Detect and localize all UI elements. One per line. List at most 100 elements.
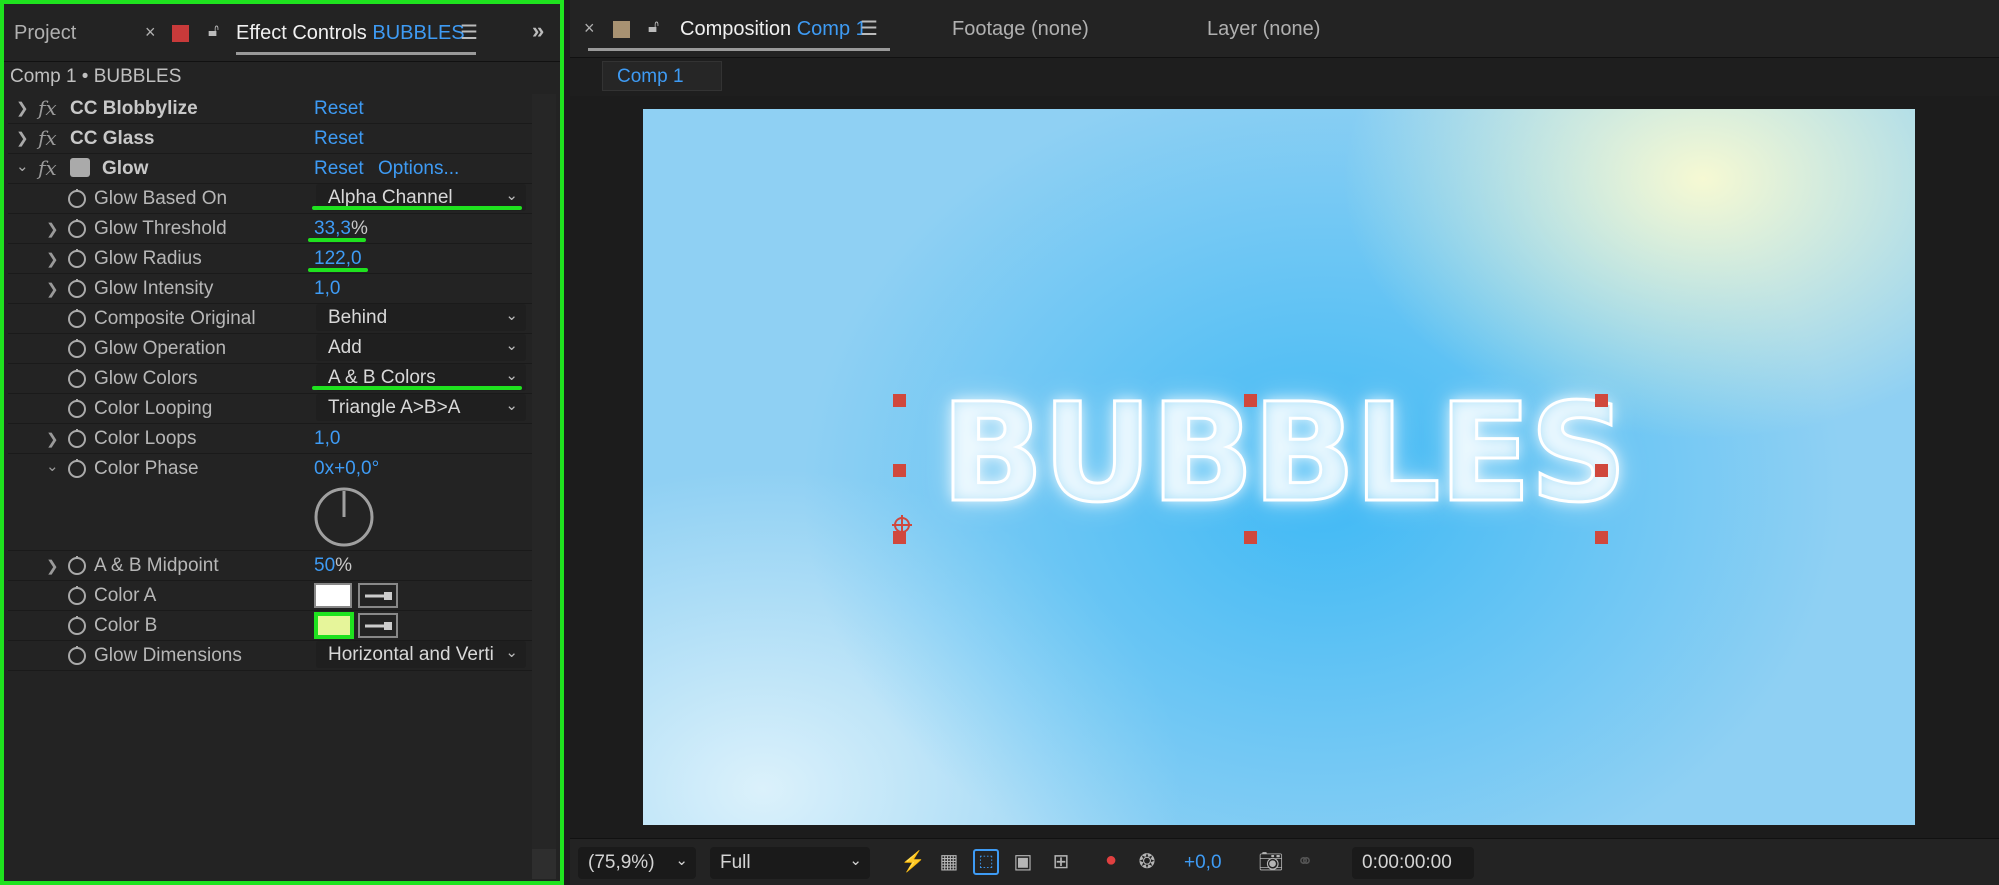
glow-operation-dropdown[interactable]: Add ⌄ [316, 334, 526, 361]
revolutions-value[interactable]: 0x [314, 458, 334, 479]
lock-icon[interactable]: 🔓︎ [208, 21, 219, 41]
chevron-right-icon[interactable]: ❯ [46, 220, 59, 238]
stopwatch-icon[interactable] [66, 217, 88, 239]
chevron-down-icon[interactable]: ⌄ [16, 157, 29, 175]
value-number[interactable]: 50 [314, 555, 335, 576]
param-color-loops: ❯ Color Loops 1,0 [8, 424, 532, 453]
show-snapshot-icon[interactable]: ⚭ [1292, 849, 1318, 875]
color-loops-value[interactable]: 1,0 [314, 428, 340, 450]
transform-handle[interactable] [1595, 531, 1608, 544]
bubbles-text-layer[interactable]: BUBBLES [933, 378, 1633, 531]
stopwatch-icon[interactable] [66, 367, 88, 389]
chevron-right-icon[interactable]: ❯ [46, 557, 59, 575]
transform-handle[interactable] [1244, 394, 1257, 407]
stopwatch-icon[interactable] [66, 614, 88, 636]
chevron-right-icon[interactable]: ❯ [46, 430, 59, 448]
transform-handle[interactable] [1244, 531, 1257, 544]
close-icon[interactable]: × [584, 18, 595, 39]
panel-menu-icon[interactable]: ☰ [860, 16, 878, 41]
camera-snapshot-icon[interactable]: 📷︎ [1258, 849, 1284, 875]
stopwatch-icon[interactable] [66, 457, 88, 479]
composition-viewer[interactable]: BUBBLES [643, 109, 1915, 825]
chevron-down-icon[interactable]: ⌄ [46, 457, 59, 475]
chevron-right-icon[interactable]: ❯ [16, 129, 29, 147]
viewer-toolbar: (75,9%) ⌄ Full ⌄ ⚡ ▦ ⬚ ▣ ⊞ ● ❂ +0,0 📷︎ ⚭ 0… [570, 838, 1999, 885]
glow-dimensions-dropdown[interactable]: Horizontal and Verti ⌄ [316, 641, 526, 668]
scrollbar-track[interactable] [532, 94, 556, 879]
region-of-interest-icon[interactable]: ▣ [1010, 849, 1036, 875]
angle-dial[interactable] [313, 486, 375, 548]
tab-composition[interactable]: Composition Comp 1 [680, 18, 867, 41]
effect-cc-blobbylize[interactable]: ❯ fx CC Blobbylize Reset [8, 94, 532, 123]
color-b-swatch[interactable] [314, 612, 354, 639]
param-composite-original: Composite Original Behind ⌄ [8, 304, 532, 333]
stopwatch-icon[interactable] [66, 337, 88, 359]
reset-button[interactable]: Reset [314, 158, 364, 180]
exposure-value[interactable]: +0,0 [1184, 852, 1222, 874]
fx-icon[interactable]: fx [38, 126, 57, 150]
reset-button[interactable]: Reset [314, 98, 364, 120]
fx-icon[interactable]: fx [38, 156, 57, 180]
composite-original-dropdown[interactable]: Behind ⌄ [316, 304, 526, 331]
stopwatch-icon[interactable] [66, 554, 88, 576]
tab-project[interactable]: Project [14, 22, 76, 45]
stopwatch-icon[interactable] [66, 277, 88, 299]
fx-icon[interactable]: fx [38, 96, 57, 120]
transparency-grid-icon[interactable]: ▦ [936, 849, 962, 875]
resolution-dropdown[interactable]: Full ⌄ [710, 847, 870, 879]
stopwatch-icon[interactable] [66, 644, 88, 666]
stopwatch-icon[interactable] [66, 307, 88, 329]
stopwatch-icon[interactable] [66, 427, 88, 449]
current-time-display[interactable]: 0:00:00:00 [1352, 847, 1474, 879]
glow-intensity-value[interactable]: 1,0 [314, 278, 340, 300]
magnification-dropdown[interactable]: (75,9%) ⌄ [578, 847, 696, 879]
stopwatch-icon[interactable] [66, 397, 88, 419]
stopwatch-icon[interactable] [66, 247, 88, 269]
color-looping-dropdown[interactable]: Triangle A>B>A ⌄ [316, 394, 526, 421]
param-label: Color Loops [94, 428, 197, 449]
color-management-icon[interactable]: ❂ [1134, 849, 1160, 875]
mask-path-visibility-icon[interactable]: ⬚ [973, 849, 999, 875]
color-a-swatch[interactable] [314, 583, 352, 608]
transform-handle[interactable] [1595, 394, 1608, 407]
lock-icon[interactable]: 🔓︎ [648, 17, 659, 37]
effect-cc-glass[interactable]: ❯ fx CC Glass Reset [8, 124, 532, 153]
eyedropper-icon[interactable] [358, 583, 398, 608]
fast-previews-icon[interactable]: ⚡ [900, 849, 926, 875]
glow-threshold-value[interactable]: 33,3% [314, 218, 368, 240]
chevron-right-icon[interactable]: ❯ [16, 99, 29, 117]
value-number[interactable]: 33,3 [314, 218, 351, 239]
ab-midpoint-value[interactable]: 50% [314, 555, 352, 577]
anchor-point-icon[interactable] [890, 513, 914, 537]
tab-footage[interactable]: Footage (none) [952, 18, 1089, 41]
param-color-a: Color A [8, 581, 532, 610]
stopwatch-icon[interactable] [66, 187, 88, 209]
comp-breadcrumb-chip[interactable]: Comp 1 [602, 61, 722, 91]
stopwatch-icon[interactable] [66, 584, 88, 606]
panel-menu-icon[interactable]: ☰ [460, 20, 478, 45]
chevron-down-icon: ⌄ [505, 397, 518, 414]
expand-panels-icon[interactable]: » [532, 18, 544, 44]
tab-effect-controls[interactable]: Effect Controls BUBBLES [236, 22, 465, 45]
grid-guides-icon[interactable]: ⊞ [1048, 849, 1074, 875]
transform-handle[interactable] [1595, 464, 1608, 477]
options-button[interactable]: Options... [378, 158, 459, 180]
eyedropper-icon[interactable] [358, 613, 398, 638]
color-phase-value[interactable]: 0x+0,0° [314, 458, 379, 480]
glow-radius-value[interactable]: 122,0 [314, 248, 362, 270]
reset-button[interactable]: Reset [314, 128, 364, 150]
chevron-down-icon: ⌄ [505, 307, 518, 324]
composition-panel: × 🔓︎ Composition Comp 1 ☰ Footage (none)… [570, 0, 1999, 885]
tab-layer[interactable]: Layer (none) [1207, 18, 1320, 41]
param-label: A & B Midpoint [94, 555, 219, 576]
effect-glow[interactable]: ⌄ fx Glow Reset Options... [8, 154, 532, 183]
param-glow-operation: Glow Operation Add ⌄ [8, 334, 532, 363]
degrees-value[interactable]: +0,0° [334, 458, 379, 479]
transform-handle[interactable] [893, 464, 906, 477]
effect-controls-panel: Project × 🔓︎ Effect Controls BUBBLES ☰ »… [0, 0, 564, 885]
close-icon[interactable]: × [145, 22, 156, 43]
transform-handle[interactable] [893, 394, 906, 407]
chevron-right-icon[interactable]: ❯ [46, 280, 59, 298]
channel-icon[interactable]: ● [1098, 849, 1124, 875]
chevron-right-icon[interactable]: ❯ [46, 250, 59, 268]
